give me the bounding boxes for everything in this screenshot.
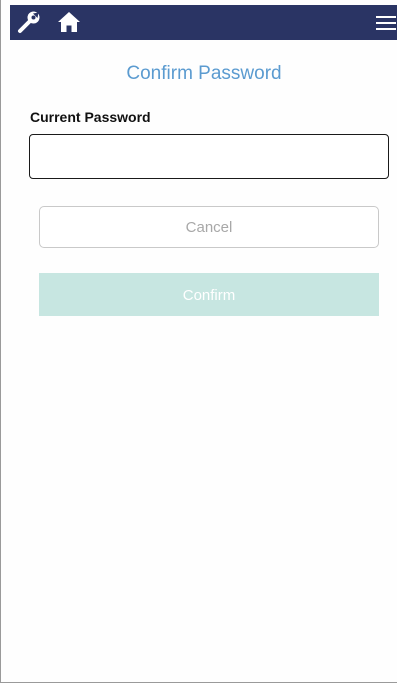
home-icon[interactable] xyxy=(55,8,83,36)
current-password-label: Current Password xyxy=(30,109,151,125)
confirm-button[interactable]: Confirm xyxy=(39,273,379,316)
hamburger-menu-icon[interactable] xyxy=(372,10,397,36)
wrench-icon[interactable] xyxy=(15,8,43,36)
top-nav-bar xyxy=(10,5,397,40)
current-password-input[interactable] xyxy=(29,134,389,179)
page-title: Confirm Password xyxy=(126,63,282,84)
cancel-button[interactable]: Cancel xyxy=(39,206,379,248)
app-frame: Confirm Password Current Password Cancel… xyxy=(0,0,397,683)
